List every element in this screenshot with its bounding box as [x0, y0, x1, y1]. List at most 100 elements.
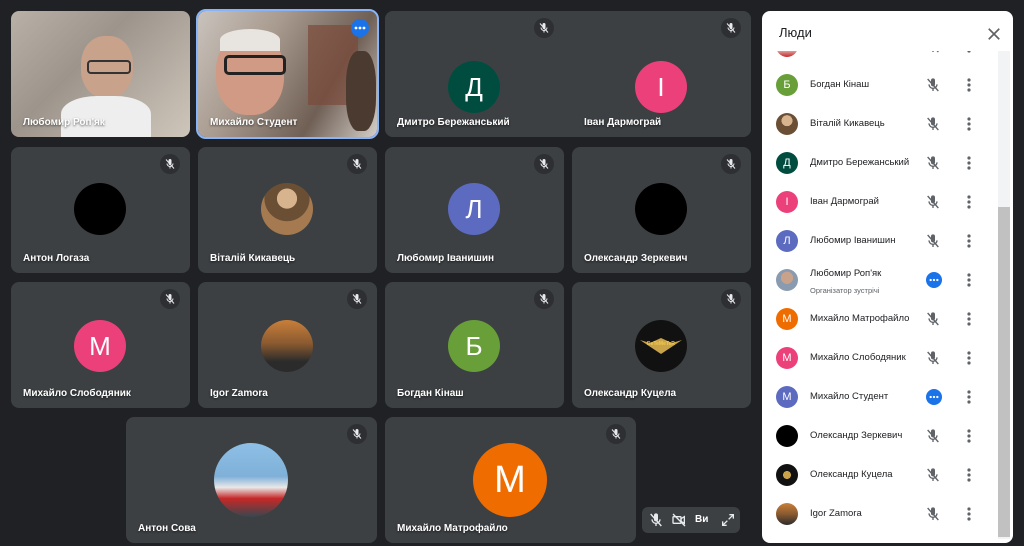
more-vert-icon[interactable] — [962, 350, 976, 366]
participant-name: Іван Дармограй — [584, 117, 662, 128]
mic-off-icon — [721, 154, 741, 174]
participant-row[interactable]: Л Любомир Іванишин — [762, 222, 997, 261]
participant-row[interactable]: Igor Zamora — [762, 495, 997, 534]
mic-off-icon[interactable] — [648, 512, 664, 528]
mic-off-icon — [347, 154, 367, 174]
participant-tile-oleksandr-kutsela[interactable]: DeTeMeTeR Олександр Куцела — [572, 282, 751, 408]
mic-off-icon — [534, 289, 554, 309]
scrollbar-thumb[interactable] — [998, 207, 1010, 537]
more-vert-icon[interactable] — [962, 194, 976, 210]
camera-off-icon[interactable] — [671, 512, 687, 528]
participant-tile-dmytro-berezhanskyi[interactable]: Д Дмитро Бережанський — [385, 11, 564, 137]
mic-off-icon[interactable] — [925, 233, 941, 249]
mic-off-icon — [347, 424, 367, 444]
mic-off-icon[interactable] — [925, 506, 941, 522]
more-vert-icon[interactable] — [962, 233, 976, 249]
participant-row[interactable]: Віталій Кикавець — [762, 105, 997, 144]
participant-tile-anton-lohaza[interactable]: Антон Логаза — [11, 147, 190, 273]
avatar: Б — [776, 74, 798, 96]
participant-name: Михайло Матрофайло — [397, 523, 508, 534]
participant-name: Любомир Іванишин — [397, 253, 495, 264]
avatar: Б — [448, 320, 500, 372]
more-vert-icon[interactable] — [962, 428, 976, 444]
panel-title: Люди — [779, 25, 812, 40]
avatar-photo — [776, 464, 798, 486]
participant-row[interactable]: Д Дмитро Бережанський — [762, 144, 997, 183]
participant-name: Михайло Слободяник — [810, 352, 906, 363]
participant-row[interactable]: Антон Сова — [762, 51, 997, 66]
avatar-photo — [776, 113, 798, 135]
mic-off-icon[interactable] — [925, 467, 941, 483]
fullscreen-icon[interactable] — [720, 512, 736, 528]
participant-name: Іван Дармограй — [810, 196, 879, 207]
avatar-photo — [261, 320, 313, 372]
participant-row[interactable]: Олександр Куцела — [762, 456, 997, 495]
more-vert-icon[interactable] — [962, 155, 976, 171]
more-options-button[interactable] — [351, 19, 369, 37]
mic-off-icon[interactable] — [925, 116, 941, 132]
mic-off-icon[interactable] — [925, 350, 941, 366]
participant-tile-igor-zamora[interactable]: Igor Zamora — [198, 282, 377, 408]
avatar: Л — [448, 183, 500, 235]
participant-name: Олександр Зеркевич — [584, 253, 688, 264]
participant-name: Антон Сова — [138, 523, 196, 534]
avatar: М — [473, 443, 547, 517]
participant-tile-bohdan-kinash[interactable]: Б Богдан Кінаш — [385, 282, 564, 408]
more-horiz-icon — [354, 26, 366, 30]
participant-row[interactable]: М Михайло Матрофайло — [762, 300, 997, 339]
more-options-icon[interactable] — [926, 272, 942, 288]
participant-row[interactable]: Б Богдан Кінаш — [762, 66, 997, 105]
participant-name: Богдан Кінаш — [810, 79, 870, 90]
participant-row[interactable]: Олександр Зеркевич — [762, 417, 997, 456]
more-vert-icon[interactable] — [962, 389, 976, 405]
participant-tile-ivan-darmohrai[interactable]: І Іван Дармограй — [572, 11, 751, 137]
mic-off-icon[interactable] — [925, 155, 941, 171]
avatar — [635, 183, 687, 235]
mic-off-icon[interactable] — [925, 428, 941, 444]
participant-tile-mykhailo-student[interactable]: Михайло Студент — [196, 9, 379, 139]
avatar-photo — [776, 503, 798, 525]
participant-tile-vitalii-kykavets[interactable]: Віталій Кикавець — [198, 147, 377, 273]
people-panel: Люди Антон Сова Б Богдан Кінаш Віталій Кика… — [762, 11, 1013, 543]
participant-name: Михайло Матрофайло — [810, 313, 910, 324]
participant-name: Віталій Кикавець — [210, 253, 296, 264]
participant-name: Дмитро Бережанський — [397, 117, 510, 128]
more-vert-icon[interactable] — [962, 506, 976, 522]
participant-tile-oleksandr-zerkevych[interactable]: Олександр Зеркевич — [572, 147, 751, 273]
participant-row[interactable]: Любомир Роп'як Організатор зустрічі — [762, 261, 997, 300]
avatar: М — [776, 308, 798, 330]
participant-row[interactable]: І Іван Дармограй — [762, 183, 997, 222]
participant-name: Igor Zamora — [210, 388, 268, 399]
more-vert-icon[interactable] — [962, 116, 976, 132]
participant-row[interactable]: М Михайло Студент — [762, 378, 997, 417]
more-vert-icon[interactable] — [962, 51, 976, 54]
participant-tile-lyubomyr-ropyak[interactable]: Любомир Роп'як — [11, 11, 190, 137]
participant-name: Любомир Іванишин — [810, 235, 896, 246]
participant-tile-lyubomyr-ivanyshyn[interactable]: Л Любомир Іванишин — [385, 147, 564, 273]
self-view-controls: Ви — [642, 507, 740, 533]
participant-tile-mykhailo-matrofailo[interactable]: М Михайло Матрофайло — [385, 417, 636, 543]
participant-name: Антон Логаза — [23, 253, 90, 264]
mic-off-icon[interactable] — [925, 51, 941, 54]
more-options-icon[interactable] — [926, 389, 942, 405]
more-vert-icon[interactable] — [962, 311, 976, 327]
participant-name: Віталій Кикавець — [810, 118, 885, 129]
participant-tile-mykhailo-slobodianyk[interactable]: М Михайло Слободяник — [11, 282, 190, 408]
mic-off-icon[interactable] — [925, 311, 941, 327]
mic-off-icon — [606, 424, 626, 444]
more-vert-icon[interactable] — [962, 272, 976, 288]
close-icon[interactable] — [985, 25, 1003, 43]
avatar: М — [74, 320, 126, 372]
mic-off-icon — [347, 289, 367, 309]
participant-row[interactable]: М Михайло Слободяник — [762, 339, 997, 378]
mic-off-icon[interactable] — [925, 77, 941, 93]
mic-off-icon[interactable] — [925, 194, 941, 210]
more-vert-icon[interactable] — [962, 467, 976, 483]
more-vert-icon[interactable] — [962, 77, 976, 93]
participant-tile-anton-sova[interactable]: Антон Сова — [126, 417, 377, 543]
participant-name: Любомир Роп'як — [23, 117, 105, 128]
participant-name: Михайло Студент — [810, 391, 889, 402]
people-list: Антон Сова Б Богдан Кінаш Віталій Кикавець Д… — [762, 51, 997, 543]
mic-off-icon — [160, 154, 180, 174]
participant-name: Любомир Роп'як — [810, 268, 882, 279]
